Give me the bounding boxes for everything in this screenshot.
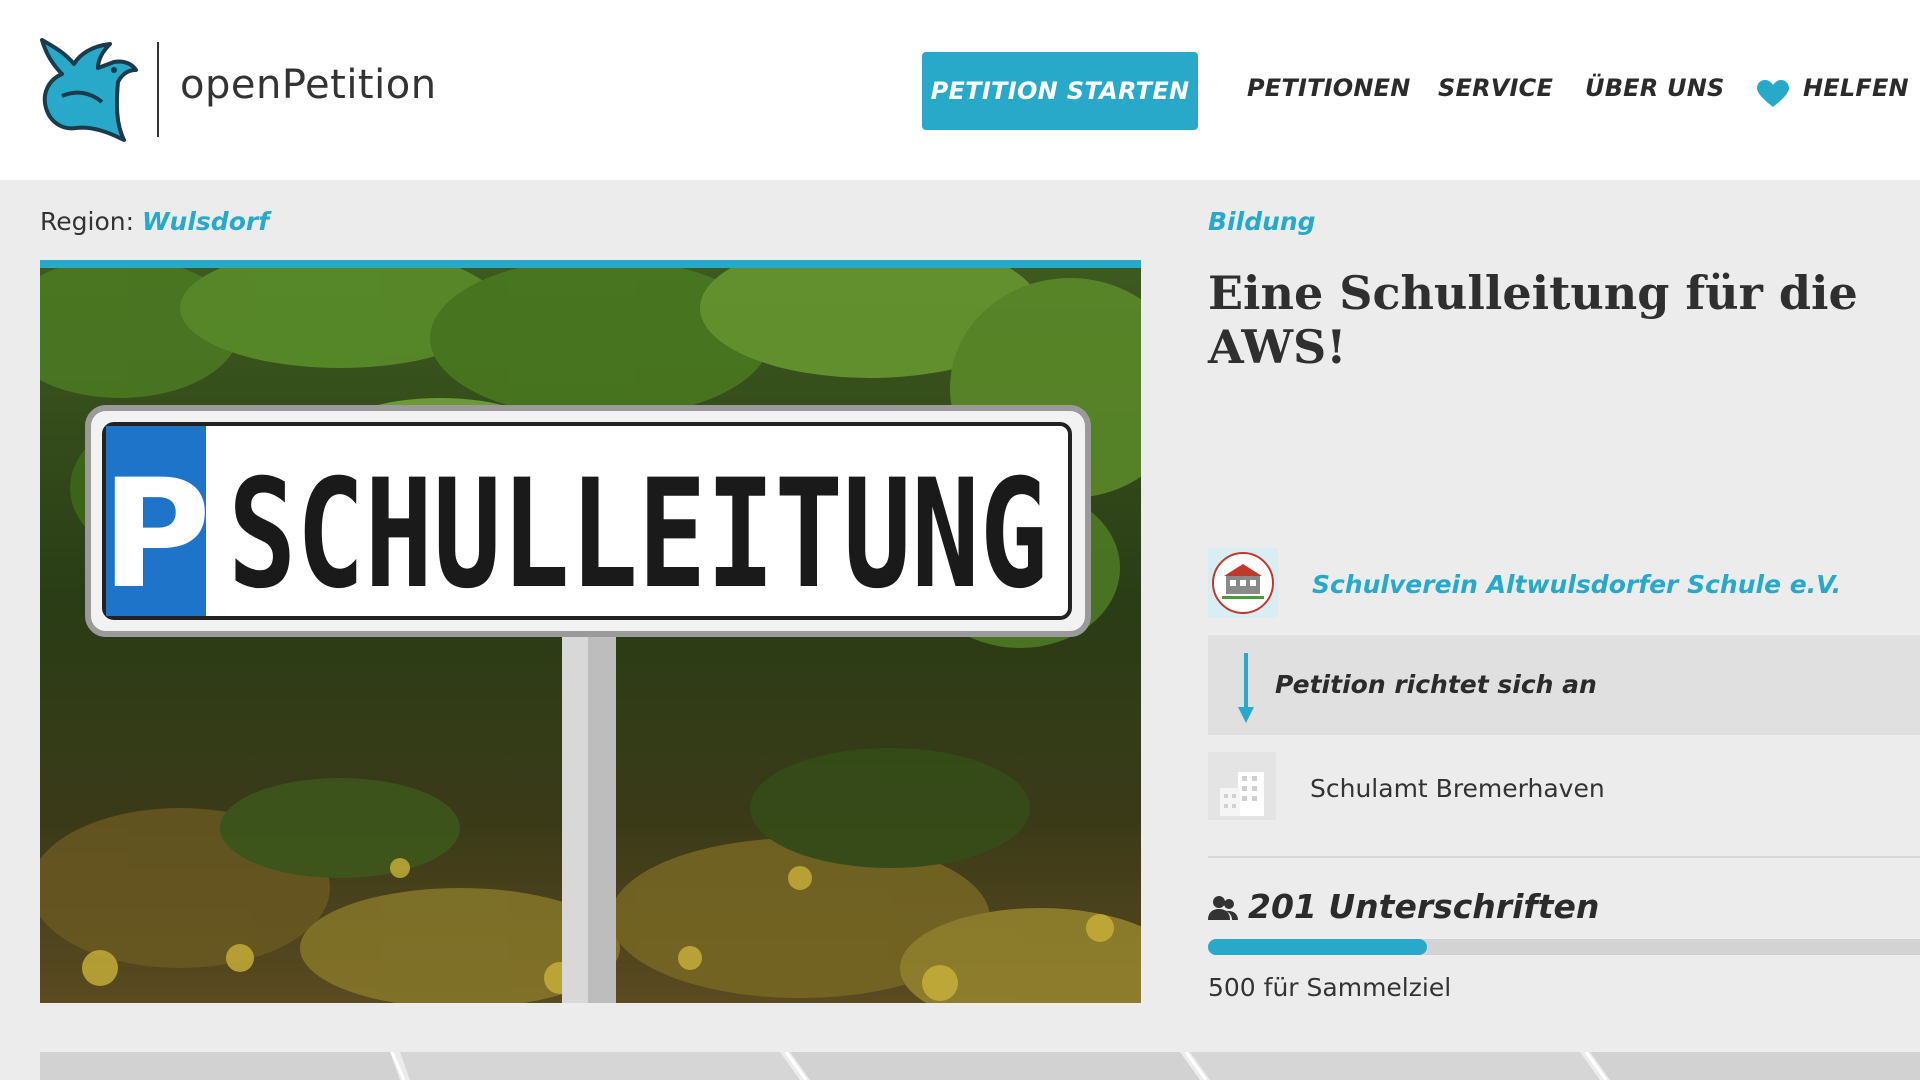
region-link[interactable]: Wulsdorf	[142, 207, 269, 236]
people-icon	[1208, 895, 1238, 920]
petition-image-frame: P SCHULLEITUNG	[40, 260, 1141, 1003]
openpetition-logo-icon[interactable]	[36, 34, 140, 142]
recipient-name: Schulamt Bremerhaven	[1310, 774, 1605, 803]
start-petition-button[interactable]: PETITION STARTEN	[922, 52, 1198, 130]
sign-text: SCHULLEITUNG	[228, 448, 1048, 622]
petition-image: P SCHULLEITUNG	[40, 268, 1141, 1003]
brand-name[interactable]: openPetition	[180, 62, 437, 108]
signature-progress-bar	[1208, 939, 1920, 955]
sign-prefix: P	[101, 448, 211, 622]
building-icon	[1208, 752, 1276, 820]
nav-petitionen[interactable]: PETITIONEN	[1247, 74, 1411, 102]
petition-title: Eine Schulleitung für die AWS!	[1208, 266, 1858, 374]
site-header: openPetition PETITION STARTEN PETITIONEN…	[0, 0, 1920, 180]
category-link[interactable]: Bildung	[1208, 207, 1316, 236]
heart-icon[interactable]	[1756, 80, 1790, 108]
signature-goal: 500 für Sammelziel	[1208, 973, 1452, 1002]
initiator-logo[interactable]	[1208, 548, 1278, 618]
addressee-label: Petition richtet sich an	[1275, 670, 1597, 699]
region-info: Region: Wulsdorf	[40, 207, 269, 236]
nav-helfen[interactable]: HELFEN	[1803, 74, 1909, 102]
signature-progress-fill	[1208, 939, 1428, 955]
section-divider	[1208, 856, 1920, 858]
nav-service[interactable]: SERVICE	[1438, 74, 1553, 102]
initiator-link[interactable]: Schulverein Altwulsdorfer Schule e.V.	[1312, 570, 1841, 599]
section-tabs[interactable]	[0, 1052, 1920, 1080]
nav-ueber-uns[interactable]: ÜBER UNS	[1585, 74, 1724, 102]
arrow-down-icon	[1238, 653, 1254, 723]
signature-count-text: 201 Unterschriften	[1248, 887, 1600, 926]
signature-count: 201 Unterschriften	[1208, 887, 1599, 926]
logo-divider	[157, 42, 159, 137]
region-label: Region:	[40, 207, 135, 236]
addressee-header: Petition richtet sich an	[1208, 635, 1920, 735]
